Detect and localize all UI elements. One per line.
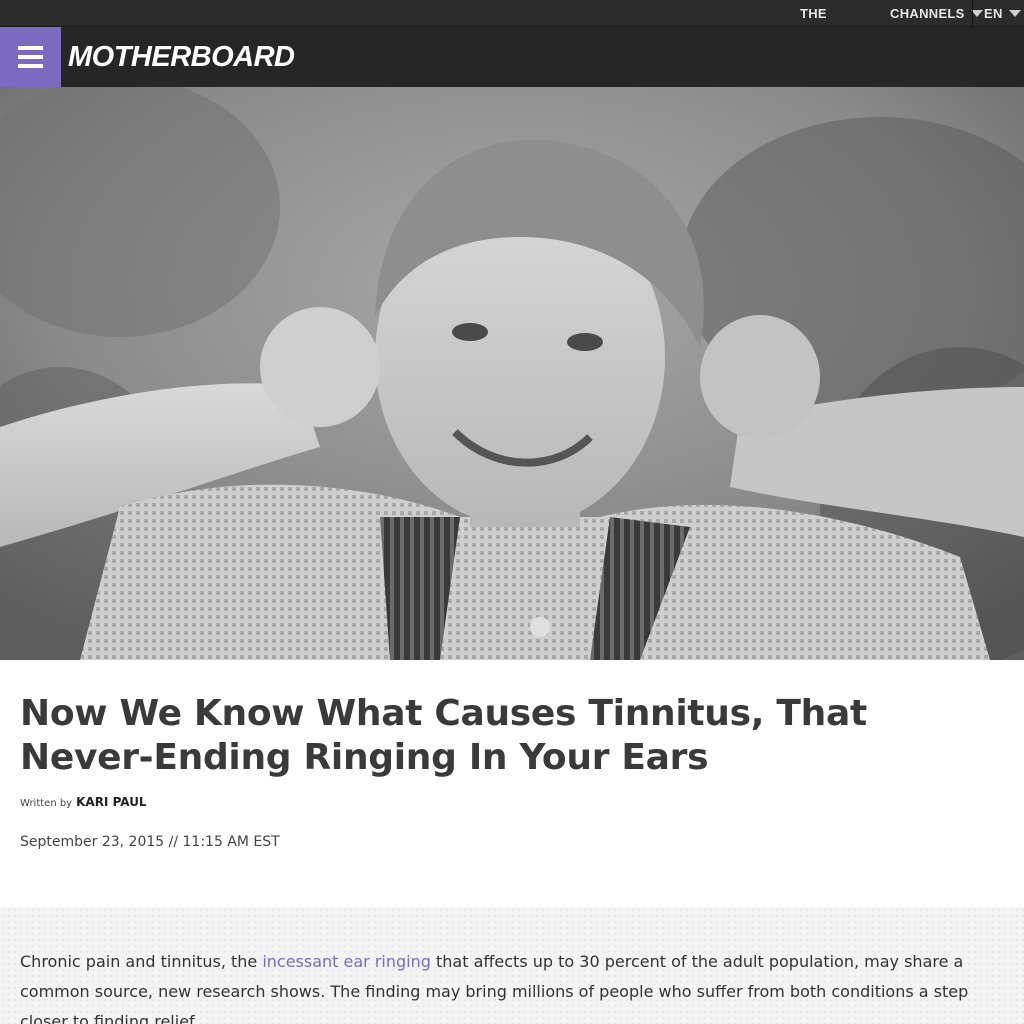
article-lead-paragraph: Chronic pain and tinnitus, the incessant… (20, 947, 1010, 1024)
site-header: MOTHERBOARD (0, 27, 1024, 87)
channels-dropdown[interactable]: CHANNELS (890, 0, 983, 27)
hero-image (0, 87, 1024, 660)
language-dropdown[interactable]: EN (984, 0, 1021, 27)
hamburger-icon (18, 55, 43, 59)
hamburger-icon (18, 64, 43, 68)
channels-label: CHANNELS (890, 6, 965, 21)
top-utility-bar: THE CHANNELS EN (0, 0, 1024, 27)
topbar-divider (972, 0, 973, 27)
byline: Written by KARI PAUL (20, 795, 147, 809)
hero-photo (0, 87, 1024, 660)
hamburger-icon (18, 46, 43, 50)
lead-text-start: Chronic pain and tinnitus, the (20, 952, 263, 971)
the-link[interactable]: THE (800, 0, 827, 27)
publish-date: September 23, 2015 // 11:15 AM EST (20, 834, 280, 850)
menu-button[interactable] (0, 27, 61, 87)
language-label: EN (984, 6, 1003, 21)
inline-link-ear-ringing[interactable]: incessant ear ringing (262, 952, 431, 971)
byline-label: Written by (20, 798, 73, 809)
chevron-down-icon (1008, 10, 1021, 17)
author-link[interactable]: KARI PAUL (76, 795, 146, 809)
site-logo[interactable]: MOTHERBOARD (68, 27, 295, 87)
the-label: THE (800, 6, 827, 21)
article-title: Now We Know What Causes Tinnitus, That N… (20, 693, 867, 778)
